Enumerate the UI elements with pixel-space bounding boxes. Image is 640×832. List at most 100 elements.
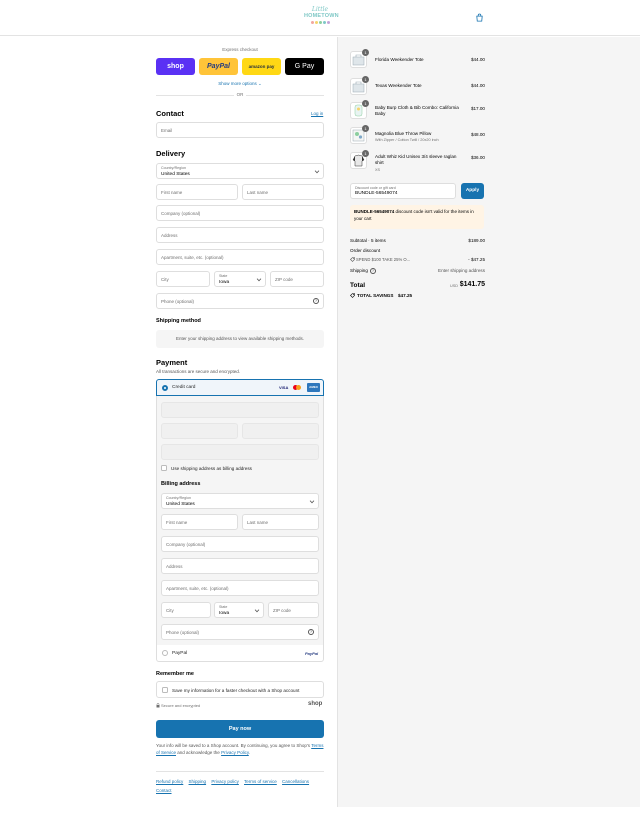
amazon-pay-label: amazon pay [248, 64, 275, 69]
legal-ack: and acknowledge the [177, 750, 220, 755]
billing-state-label: State [219, 605, 228, 609]
total-label: Total [350, 282, 366, 289]
cancellations-link[interactable]: Cancellations [282, 779, 309, 784]
log-in-link[interactable]: Log in [311, 111, 323, 116]
apartment-field[interactable]: Apartment, suite, etc. (optional) [156, 249, 324, 265]
subtotal-value: $189.00 [468, 238, 485, 243]
last-name-field[interactable]: Last name [242, 184, 324, 200]
billing-last-name-field[interactable]: Last name [242, 514, 319, 530]
shopping-bag-icon[interactable] [475, 13, 484, 22]
tag-icon [350, 257, 355, 262]
paypal-button[interactable]: PayPal [199, 58, 238, 75]
chevron-down-icon: ⌄ [258, 81, 262, 86]
credit-card-label: Credit card [172, 385, 196, 390]
amex-icon: AMEX [307, 383, 320, 392]
pay-now-button[interactable]: Pay now [156, 720, 324, 738]
logo-dot [318, 21, 322, 24]
contact-heading: Contact [156, 109, 184, 118]
contact-link[interactable]: Contact [156, 788, 172, 793]
billing-zip-placeholder: ZIP code [273, 608, 291, 613]
billing-company-field[interactable]: Company (optional) [161, 536, 319, 552]
terms-of-service-footer-link[interactable]: Terms of service [244, 779, 277, 784]
discount-warning: BUNDLE-56549074 discount code isn't vali… [350, 205, 484, 229]
save-info-option[interactable]: Save my information for a faster checkou… [156, 681, 324, 698]
address-placeholder: Address [161, 233, 178, 238]
city-field[interactable]: City [156, 271, 210, 287]
billing-city-field[interactable]: City [161, 602, 211, 618]
expiration-date-field[interactable] [161, 423, 238, 439]
discount-code-value: BUNDLE-56549074 [355, 191, 398, 196]
privacy-policy-link[interactable]: Privacy Policy [221, 750, 249, 755]
refund-policy-link[interactable]: Refund policy [156, 779, 183, 784]
billing-address-heading: Billing address [161, 481, 201, 487]
visa-icon: VISA [279, 385, 289, 390]
first-name-field[interactable]: First name [156, 184, 238, 200]
legal-text: Your info will be saved to a Shop accoun… [156, 742, 324, 756]
logo-dot [322, 21, 326, 24]
address-field[interactable]: Address [156, 227, 324, 243]
total-value: $141.75 [459, 281, 485, 288]
shop-pay-label: shop [167, 63, 184, 70]
company-placeholder: Company (optional) [161, 211, 201, 216]
question-icon[interactable]: ? [313, 298, 319, 304]
credit-card-radio[interactable] [162, 384, 168, 391]
total-savings-value: $47.25 [398, 293, 413, 298]
billing-country-select[interactable]: Country/Region United States [161, 493, 319, 509]
amazon-pay-button[interactable]: amazon pay [242, 58, 281, 75]
question-icon[interactable]: ? [308, 629, 314, 635]
billing-state-select[interactable]: State Iowa [214, 602, 264, 618]
footer-divider [156, 771, 324, 772]
express-checkout-title: Express checkout [222, 47, 258, 52]
cart-item-price: $17.00 [470, 106, 485, 111]
show-more-label: Show more options [218, 81, 257, 86]
legal-period: . [248, 750, 251, 755]
billing-apartment-field[interactable]: Apartment, suite, etc. (optional) [161, 580, 319, 596]
billing-first-name-field[interactable]: First name [161, 514, 238, 530]
phone-field[interactable]: Phone (optional) ? [156, 293, 324, 309]
state-value: Iowa [219, 280, 230, 285]
shipping-link[interactable]: Shipping [189, 779, 207, 784]
store-logo[interactable]: Little HOMETOWN [304, 7, 339, 29]
card-number-field[interactable] [161, 402, 319, 418]
zip-field[interactable]: ZIP code [270, 271, 324, 287]
paypal-radio[interactable] [162, 650, 168, 656]
apply-discount-button[interactable]: Apply [461, 183, 484, 199]
billing-state-value: Iowa [219, 611, 230, 616]
show-more-options-link[interactable]: Show more options ⌄ [156, 81, 324, 87]
logo-dot [314, 21, 318, 24]
chevron-down-icon [309, 498, 315, 504]
logo-dot [326, 21, 330, 24]
privacy-policy-footer-link[interactable]: Privacy policy [211, 779, 239, 784]
discount-code-input[interactable]: Discount code or gift card BUNDLE-565490… [350, 183, 456, 199]
billing-zip-field[interactable]: ZIP code [268, 602, 319, 618]
discount-tag-label: SPEND $100 TAKE 25% O... [356, 257, 411, 262]
state-select[interactable]: State Iowa [214, 271, 266, 287]
shipping-info-icon[interactable]: ? [370, 268, 376, 274]
billing-address-field[interactable]: Address [161, 558, 319, 574]
cart-item-name: Florida Weekender Tote [375, 57, 424, 62]
company-field[interactable]: Company (optional) [156, 205, 324, 221]
cart-item-name: Magnolia Blue Throw Pillow [375, 131, 432, 136]
discount-code-label: Discount code or gift card [355, 186, 396, 190]
use-shipping-checkbox[interactable] [161, 465, 167, 471]
discount-amount: - $47.25 [468, 257, 485, 262]
security-code-field[interactable] [242, 423, 319, 439]
credit-card-option[interactable]: Credit card VISA AMEX [156, 379, 324, 396]
country-select[interactable]: Country/Region United States [156, 163, 324, 179]
footer-links: Refund policy Shipping Privacy policy Te… [156, 777, 324, 795]
email-field[interactable]: Email [156, 122, 324, 138]
logo-dots [304, 21, 336, 24]
google-pay-button[interactable]: G Pay [285, 58, 324, 75]
use-shipping-label: Use shipping address as billing address [171, 466, 252, 471]
cart-item-name: Texas Weekender Tote [375, 83, 422, 88]
paypal-option-label: PayPal [172, 651, 188, 656]
cart-item-variant: XS [375, 168, 381, 172]
paypal-option[interactable]: PayPal PayPal [156, 645, 324, 662]
billing-phone-field[interactable]: Phone (optional) ? [161, 624, 319, 640]
save-info-checkbox[interactable] [162, 687, 168, 693]
mastercard-yellow-circle [296, 385, 301, 390]
shipping-label: Shipping [350, 268, 368, 273]
name-on-card-field[interactable] [161, 444, 319, 460]
shop-pay-button[interactable]: shop [156, 58, 195, 75]
shop-logo: shop [308, 701, 323, 707]
